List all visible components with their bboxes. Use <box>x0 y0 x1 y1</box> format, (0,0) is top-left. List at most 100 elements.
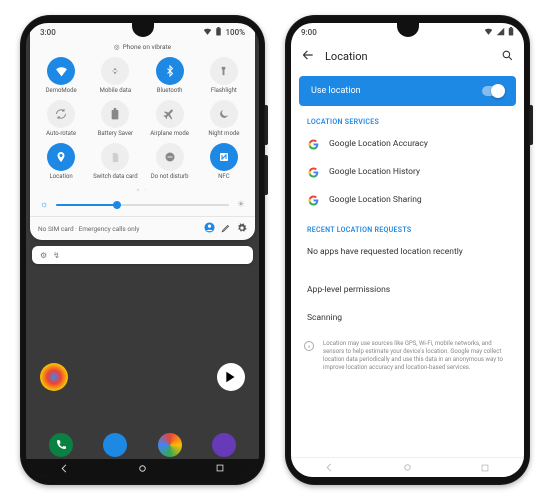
location-service-item[interactable]: Google Location Sharing <box>291 186 524 214</box>
info-icon <box>303 340 315 372</box>
dnd-icon <box>156 143 184 171</box>
user-icon[interactable] <box>204 222 215 235</box>
phone-app-icon[interactable] <box>49 433 73 457</box>
navigation-bar <box>291 457 524 477</box>
battery-icon <box>101 100 129 128</box>
dock <box>26 433 259 457</box>
screen-left: 3:00 100% ◎ Phone on vibrate DemoModeMob… <box>26 23 259 477</box>
qs-tile-switch-data-card[interactable]: Switch data card <box>88 143 142 180</box>
back-button[interactable] <box>59 462 71 474</box>
qs-tile-night-mode[interactable]: Night mode <box>197 100 251 137</box>
navigation-bar <box>26 459 259 477</box>
wifi-icon <box>47 57 75 85</box>
qs-tile-label: Auto-rotate <box>46 130 76 137</box>
location-service-item[interactable]: Google Location History <box>291 158 524 186</box>
rotate-icon <box>47 100 75 128</box>
qs-tile-location[interactable]: Location <box>34 143 88 180</box>
sim-status-row: No SIM card · Emergency calls only <box>30 216 255 240</box>
location-service-item[interactable]: Google Location Accuracy <box>291 130 524 158</box>
vibrate-icon: ◎ <box>114 43 120 51</box>
battery-status-icon <box>508 27 514 38</box>
moon-icon <box>210 100 238 128</box>
qs-tile-label: Night mode <box>208 130 239 137</box>
appbar: Location <box>291 41 524 72</box>
use-location-toggle[interactable] <box>482 86 504 96</box>
qs-tile-label: Flashlight <box>211 87 237 94</box>
home-button[interactable] <box>401 462 413 474</box>
battery-status-icon <box>215 27 222 38</box>
qs-tile-auto-rotate[interactable]: Auto-rotate <box>34 100 88 137</box>
chrome-app-icon[interactable] <box>158 433 182 457</box>
google-folder-icon[interactable] <box>40 363 68 391</box>
back-arrow-icon[interactable] <box>301 47 315 66</box>
edit-icon[interactable] <box>221 223 231 235</box>
bluetooth-icon <box>156 57 184 85</box>
flashlight-icon <box>210 57 238 85</box>
nfc-icon <box>210 143 238 171</box>
use-location-label: Use location <box>311 86 361 96</box>
location-footer-note: Location may use sources like GPS, Wi-Fi… <box>291 332 524 382</box>
battery-percent: 100% <box>225 28 245 37</box>
mobile-data-icon <box>101 57 129 85</box>
recents-button[interactable] <box>214 462 226 474</box>
qs-tile-demomode[interactable]: DemoMode <box>34 57 88 94</box>
qs-tile-do-not-disturb[interactable]: Do not disturb <box>143 143 197 180</box>
signal-status-icon <box>496 27 505 38</box>
airplane-icon <box>156 100 184 128</box>
service-label: Google Location Sharing <box>329 195 422 205</box>
search-icon[interactable] <box>501 47 514 66</box>
qs-tile-flashlight[interactable]: Flashlight <box>197 57 251 94</box>
qs-tile-battery-saver[interactable]: Battery Saver <box>88 100 142 137</box>
qs-tile-nfc[interactable]: NFC <box>197 143 251 180</box>
screen-right: 9:00 Location Use location LOCATION SERV… <box>291 23 524 477</box>
qs-tile-label: Battery Saver <box>98 130 133 137</box>
play-store-icon[interactable] <box>217 363 245 391</box>
location-services-header: LOCATION SERVICES <box>291 106 524 130</box>
page-indicator: • · <box>30 186 255 195</box>
recent-requests-empty: No apps have requested location recently <box>291 238 524 266</box>
phone-device-left: 3:00 100% ◎ Phone on vibrate DemoModeMob… <box>20 15 265 485</box>
camera-app-icon[interactable] <box>212 433 236 457</box>
qs-tile-label: Switch data card <box>93 173 138 180</box>
qs-tile-label: Location <box>50 173 73 180</box>
scanning-item[interactable]: Scanning <box>291 304 524 332</box>
qs-tile-airplane-mode[interactable]: Airplane mode <box>143 100 197 137</box>
google-logo-icon <box>307 166 319 178</box>
phone-device-right: 9:00 Location Use location LOCATION SERV… <box>285 15 530 485</box>
qs-tile-label: DemoMode <box>46 87 77 94</box>
qs-tile-mobile-data[interactable]: Mobile data <box>88 57 142 94</box>
google-logo-icon <box>307 194 319 206</box>
brightness-slider-row: ☼ ☀ <box>30 195 255 216</box>
back-button[interactable] <box>324 462 336 474</box>
brightness-high-icon: ☀ <box>237 200 245 210</box>
recents-button[interactable] <box>479 462 491 474</box>
qs-tile-label: Bluetooth <box>157 87 183 94</box>
service-label: Google Location History <box>329 167 420 177</box>
qs-tiles-grid: DemoMode Mobile data Bluetooth Flashlight Au… <box>30 55 255 186</box>
recent-requests-header: RECENT LOCATION REQUESTS <box>291 214 524 238</box>
sim-status-text: No SIM card · Emergency calls only <box>38 225 139 233</box>
brightness-slider[interactable] <box>56 204 229 206</box>
sim-icon <box>101 143 129 171</box>
search-card[interactable]: ⚙ ↯ <box>32 246 253 264</box>
home-button[interactable] <box>136 462 148 474</box>
search-gear-icon: ⚙ <box>40 251 47 260</box>
qs-tile-label: Airplane mode <box>150 130 189 137</box>
qs-tile-label: Mobile data <box>100 87 132 94</box>
service-label: Google Location Accuracy <box>329 139 428 149</box>
gear-icon[interactable] <box>237 223 247 235</box>
use-location-card[interactable]: Use location <box>299 76 516 106</box>
brightness-low-icon: ☼ <box>40 199 48 210</box>
status-time: 9:00 <box>301 28 317 37</box>
messages-app-icon[interactable] <box>103 433 127 457</box>
qs-tile-label: Do not disturb <box>151 173 189 180</box>
search-mic-icon: ↯ <box>53 251 60 260</box>
page-title: Location <box>325 50 491 63</box>
wifi-status-icon <box>484 27 493 38</box>
wifi-status-icon <box>203 27 212 38</box>
qs-tile-label: NFC <box>218 173 230 180</box>
google-logo-icon <box>307 138 319 150</box>
qs-tile-bluetooth[interactable]: Bluetooth <box>143 57 197 94</box>
quick-settings-panel: 3:00 100% ◎ Phone on vibrate DemoModeMob… <box>30 23 255 240</box>
app-level-permissions-item[interactable]: App-level permissions <box>291 276 524 304</box>
